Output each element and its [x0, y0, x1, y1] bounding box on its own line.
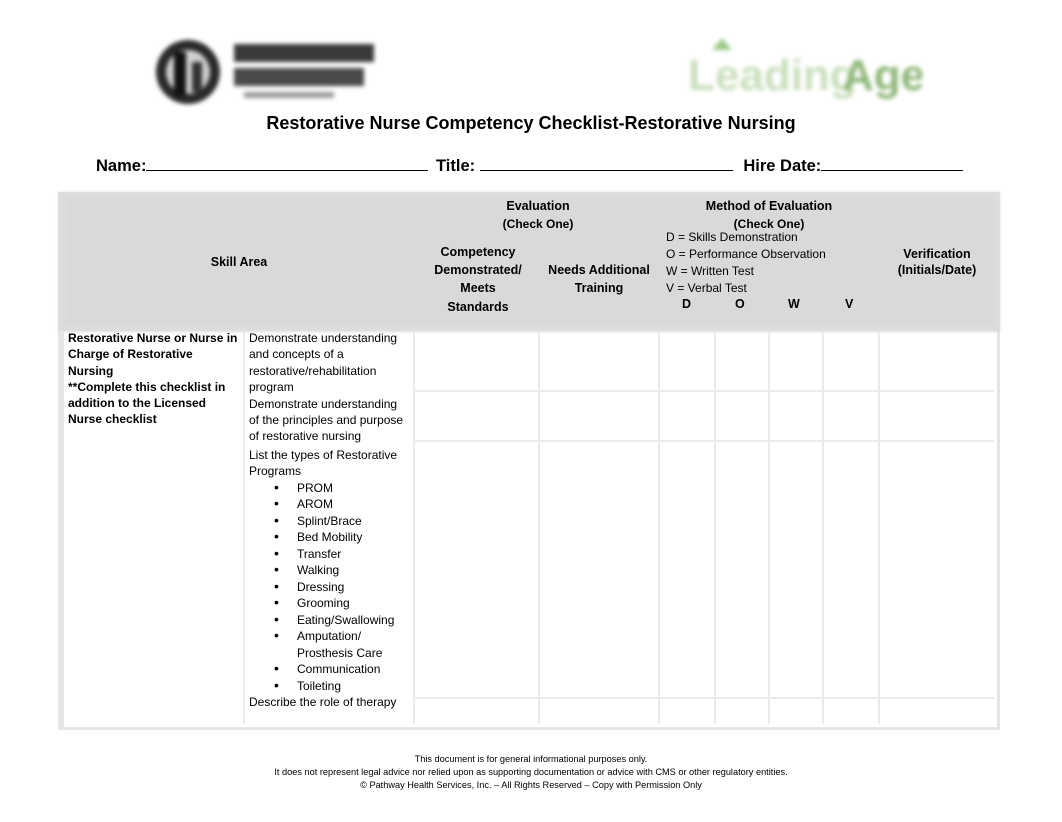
leadingage-logo: Leading Age — [682, 32, 925, 108]
hire-date-field[interactable] — [821, 155, 964, 171]
method-code-d: D — [682, 297, 692, 311]
skill-area-line: Nurse checklist — [68, 412, 157, 427]
verification-line: (Initials/Date) — [897, 263, 977, 277]
header-competency: Competency Demonstrated/ Meets Standards — [418, 243, 538, 316]
title-label: Title: — [436, 157, 476, 175]
method-code-w: W — [788, 297, 800, 311]
divider — [243, 332, 245, 724]
left-border — [58, 332, 64, 730]
competency-table: Skill Area Evaluation (Check One) Compet… — [58, 192, 1000, 730]
needs-training-line: Needs Additional — [548, 263, 650, 277]
skill-item-line: Demonstrate understanding — [249, 396, 398, 411]
skill-area-line: Charge of Restorative Nursing — [68, 347, 193, 378]
evaluation-sub-label: (Check One) — [502, 217, 574, 231]
method-code-v: V — [845, 297, 854, 311]
skill-item-line: program — [249, 380, 294, 395]
skill-area-line: Restorative Nurse or Nurse in — [68, 331, 238, 345]
method-legend-item: W = Written Test — [666, 264, 754, 278]
document-title: Restorative Nurse Competency Checklist-R… — [266, 113, 796, 133]
skill-item-line: Programs — [249, 464, 302, 479]
footer-disclaimer: This document is for general information… — [414, 754, 648, 764]
header-evaluation: Evaluation (Check One) — [413, 197, 663, 233]
skill-item-line: List the types of Restorative — [249, 447, 398, 462]
skill-items: Demonstrate understanding and concepts o… — [249, 330, 419, 711]
program-type-item: Toileting — [274, 677, 419, 695]
method-legend-item: O = Performance Observation — [666, 247, 826, 261]
needs-training-line: Training — [574, 281, 624, 295]
skill-item-row: List the types of Restorative Programs P… — [249, 447, 419, 694]
footer-disclaimer: It does not represent legal advice nor r… — [274, 767, 788, 777]
competency-line: Competency — [440, 245, 516, 259]
skill-item-line: of restorative nursing — [249, 429, 362, 444]
method-legend-item: V = Verbal Test — [666, 281, 747, 295]
skill-item-row: Demonstrate understanding and concepts o… — [249, 330, 419, 396]
competency-line: Demonstrated/ — [434, 263, 522, 277]
header-verification: Verification (Initials/Date) — [880, 245, 994, 279]
skill-item-line: of the principles and purpose — [249, 413, 404, 428]
hire-date-label: Hire Date: — [743, 157, 822, 175]
program-type-list: PROM AROM Splint/Brace Bed Mobility Tran… — [249, 479, 419, 695]
header-skill-area: Skill Area — [118, 253, 360, 271]
skill-area-line: **Complete this checklist in — [68, 379, 226, 394]
name-label: Name: — [96, 157, 147, 175]
row-divider — [413, 390, 994, 392]
program-type-item: AROM — [274, 495, 419, 513]
row-divider — [413, 697, 994, 699]
method-code-o: O — [735, 297, 745, 311]
header-needs-training: Needs Additional Training — [540, 261, 658, 297]
program-type-item: Eating/Swallowing — [274, 611, 419, 629]
skill-item-line: and concepts of a — [249, 347, 344, 362]
row-divider — [413, 440, 994, 442]
program-type-item: Bed Mobility — [274, 528, 419, 546]
skill-item-line: Describe the role of therapy — [249, 695, 397, 710]
method-label: Method of Evaluation — [705, 199, 833, 213]
document-footer: This document is for general information… — [0, 753, 1062, 792]
competency-line: Standards — [447, 300, 509, 314]
skill-item-row: Demonstrate understanding of the princip… — [249, 396, 419, 445]
employee-info-line: Name: Title: Hire Date: — [96, 155, 964, 176]
name-field[interactable] — [146, 155, 429, 171]
program-type-item: Dressing — [274, 578, 419, 596]
competency-line: Meets — [460, 281, 496, 295]
skill-item-line: restorative/rehabilitation — [249, 363, 377, 378]
footer-copyright: © Pathway Health Services, Inc. – All Ri… — [360, 780, 702, 790]
skill-item-line: Demonstrate understanding — [249, 331, 398, 345]
method-legend: D = Skills Demonstration O = Performance… — [666, 229, 826, 297]
program-type-item: Communication — [274, 660, 419, 678]
svg-text:Leading: Leading — [688, 51, 857, 100]
program-type-item: Splint/Brace — [274, 512, 419, 530]
svg-text:Age: Age — [842, 51, 922, 100]
header-method: Method of Evaluation (Check One) — [658, 197, 880, 233]
program-type-item: Amputation/ Prosthesis Care — [274, 627, 387, 661]
program-type-item: PROM — [274, 479, 419, 497]
skill-area-label: Skill Area — [210, 255, 268, 269]
pathway-health-logo — [148, 30, 380, 112]
program-type-item: Grooming — [274, 594, 419, 612]
method-legend-item: D = Skills Demonstration — [666, 230, 798, 244]
skill-item-row: Describe the role of therapy — [249, 694, 419, 710]
evaluation-label: Evaluation — [506, 199, 570, 213]
program-type-item: Walking — [274, 561, 419, 579]
skill-area-description: Restorative Nurse or Nurse in Charge of … — [68, 330, 240, 428]
skill-area-line: addition to the Licensed — [68, 396, 207, 411]
program-type-item: Transfer — [274, 545, 419, 563]
title-field[interactable] — [479, 155, 733, 171]
